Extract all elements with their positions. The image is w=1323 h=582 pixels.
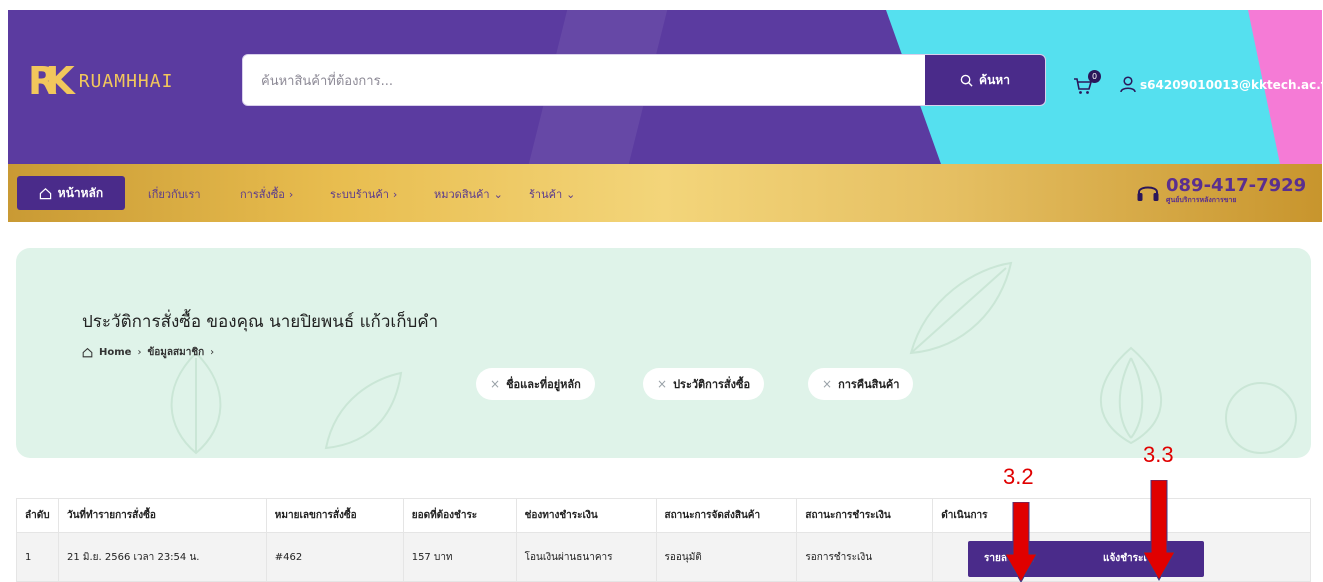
home-icon xyxy=(82,347,93,358)
search-input[interactable] xyxy=(259,55,903,105)
column-header: หมายเลขการสั่งซื้อ xyxy=(265,498,404,533)
annotation-label-3-3: 3.3 xyxy=(1143,442,1174,467)
close-icon: × xyxy=(822,377,833,391)
nav-item-store-system[interactable]: ระบบร้านค้า › xyxy=(330,185,397,203)
page-title: ประวัติการสั่งซื้อ ของคุณ นายปิยพนธ์ แก้… xyxy=(82,312,439,332)
table-cell: รอการชำระเงิน xyxy=(796,532,934,582)
search-button[interactable]: ค้นหา xyxy=(925,55,1045,105)
table-cell: รออนุมัติ xyxy=(655,532,798,582)
user-account[interactable]: s64209010013@kktech.ac.th xyxy=(1120,76,1322,93)
tab-order-history[interactable]: × ประวัติการสั่งซื้อ xyxy=(643,368,765,400)
nav-item-stores[interactable]: ร้านค้า ⌄ xyxy=(529,185,575,203)
search-button-label: ค้นหา xyxy=(979,72,1010,87)
user-email: s64209010013@kktech.ac.th xyxy=(1140,77,1322,92)
search-bar: ค้นหา xyxy=(242,54,1046,106)
column-header: ดำเนินการ xyxy=(932,498,1311,533)
chevron-down-icon: ⌄ xyxy=(493,187,503,201)
breadcrumb-home[interactable]: Home xyxy=(99,347,131,358)
chevron-down-icon: ⌄ xyxy=(566,187,576,201)
tab-address[interactable]: × ชื่อและที่อยู่หลัก xyxy=(476,368,595,400)
account-banner: ประวัติการสั่งซื้อ ของคุณ นายปิยพนธ์ แก้… xyxy=(16,248,1311,458)
onion-decoration xyxy=(1100,346,1162,445)
nav-home-label: หน้าหลัก xyxy=(57,185,104,200)
home-icon xyxy=(39,187,52,199)
column-header: ลำดับ xyxy=(16,498,59,533)
nav-item-label: ระบบร้านค้า xyxy=(330,188,389,201)
table-cell: 157 บาท xyxy=(402,532,517,582)
main-nav: หน้าหลัก เกี่ยวกับเรา การสั่งซื้อ › ระบบ… xyxy=(8,164,1322,222)
logo-mark: RK xyxy=(28,59,75,103)
column-header: สถานะการจัดส่งสินค้า xyxy=(655,498,798,533)
tab-label: การคืนสินค้า xyxy=(838,378,900,391)
headset-icon xyxy=(1137,186,1159,201)
red-arrow-icon xyxy=(1142,480,1176,582)
leaf-decoration xyxy=(324,371,403,450)
breadcrumb: Home › ข้อมูลสมาชิก › xyxy=(82,345,214,360)
veg-decoration xyxy=(1225,382,1297,454)
table-cell: 1 xyxy=(16,532,59,582)
nav-home-button[interactable]: หน้าหลัก xyxy=(17,176,125,210)
table-cell: 21 มิ.ย. 2566 เวลา 23:54 น. xyxy=(57,532,267,582)
breadcrumb-member[interactable]: ข้อมูลสมาชิก xyxy=(147,345,204,360)
close-icon: × xyxy=(657,377,668,391)
leaf-decoration xyxy=(170,351,222,455)
chevron-right-icon: › xyxy=(288,187,294,201)
column-header: ช่องทางชำระเงิน xyxy=(515,498,657,533)
support-phone[interactable]: 089-417-7929 ศูนย์บริการหลังการขาย xyxy=(1136,177,1306,206)
red-arrow-icon xyxy=(1004,502,1038,582)
nav-item-ordering[interactable]: การสั่งซื้อ › xyxy=(240,185,293,203)
nav-item-label: การสั่งซื้อ xyxy=(240,188,285,201)
nav-item-about[interactable]: เกี่ยวกับเรา xyxy=(148,185,201,203)
table-cell: โอนเงินผ่านธนาคาร xyxy=(515,532,657,582)
tab-label: ชื่อและที่อยู่หลัก xyxy=(506,378,581,391)
annotation-label-3-2: 3.2 xyxy=(1003,464,1034,489)
logo-text: RUAMHHAI xyxy=(78,70,174,92)
top-header: RK RUAMHHAI ค้นหา 0 s64209010013@kktech.… xyxy=(8,10,1322,164)
breadcrumb-separator-icon: › xyxy=(137,347,142,358)
site-logo[interactable]: RK RUAMHHAI xyxy=(28,62,173,100)
search-icon xyxy=(960,74,973,87)
close-icon: × xyxy=(490,377,501,391)
table-cell: #462 xyxy=(265,532,404,582)
chevron-right-icon: › xyxy=(392,187,398,201)
column-header: วันที่ทำรายการสั่งซื้อ xyxy=(57,498,267,533)
leaf-decoration xyxy=(909,261,1013,355)
user-icon xyxy=(1120,76,1136,93)
breadcrumb-separator-icon: › xyxy=(210,347,215,358)
tab-returns[interactable]: × การคืนสินค้า xyxy=(808,368,914,400)
table-header-row: ลำดับ วันที่ทำรายการสั่งซื้อ หมายเลขการส… xyxy=(16,498,1311,533)
nav-item-label: ร้านค้า xyxy=(529,188,563,201)
tab-label: ประวัติการสั่งซื้อ xyxy=(673,378,751,391)
column-header: ยอดที่ต้องชำระ xyxy=(402,498,517,533)
nav-item-label: เกี่ยวกับเรา xyxy=(148,188,201,201)
phone-caption: ศูนย์บริการหลังการขาย xyxy=(1166,196,1237,204)
nav-item-categories[interactable]: หมวดสินค้า ⌄ xyxy=(434,185,503,203)
phone-number: 089-417-7929 xyxy=(1166,175,1307,196)
nav-item-label: หมวดสินค้า xyxy=(434,188,490,201)
column-header: สถานะการชำระเงิน xyxy=(796,498,934,533)
cart-count-badge: 0 xyxy=(1088,70,1101,83)
